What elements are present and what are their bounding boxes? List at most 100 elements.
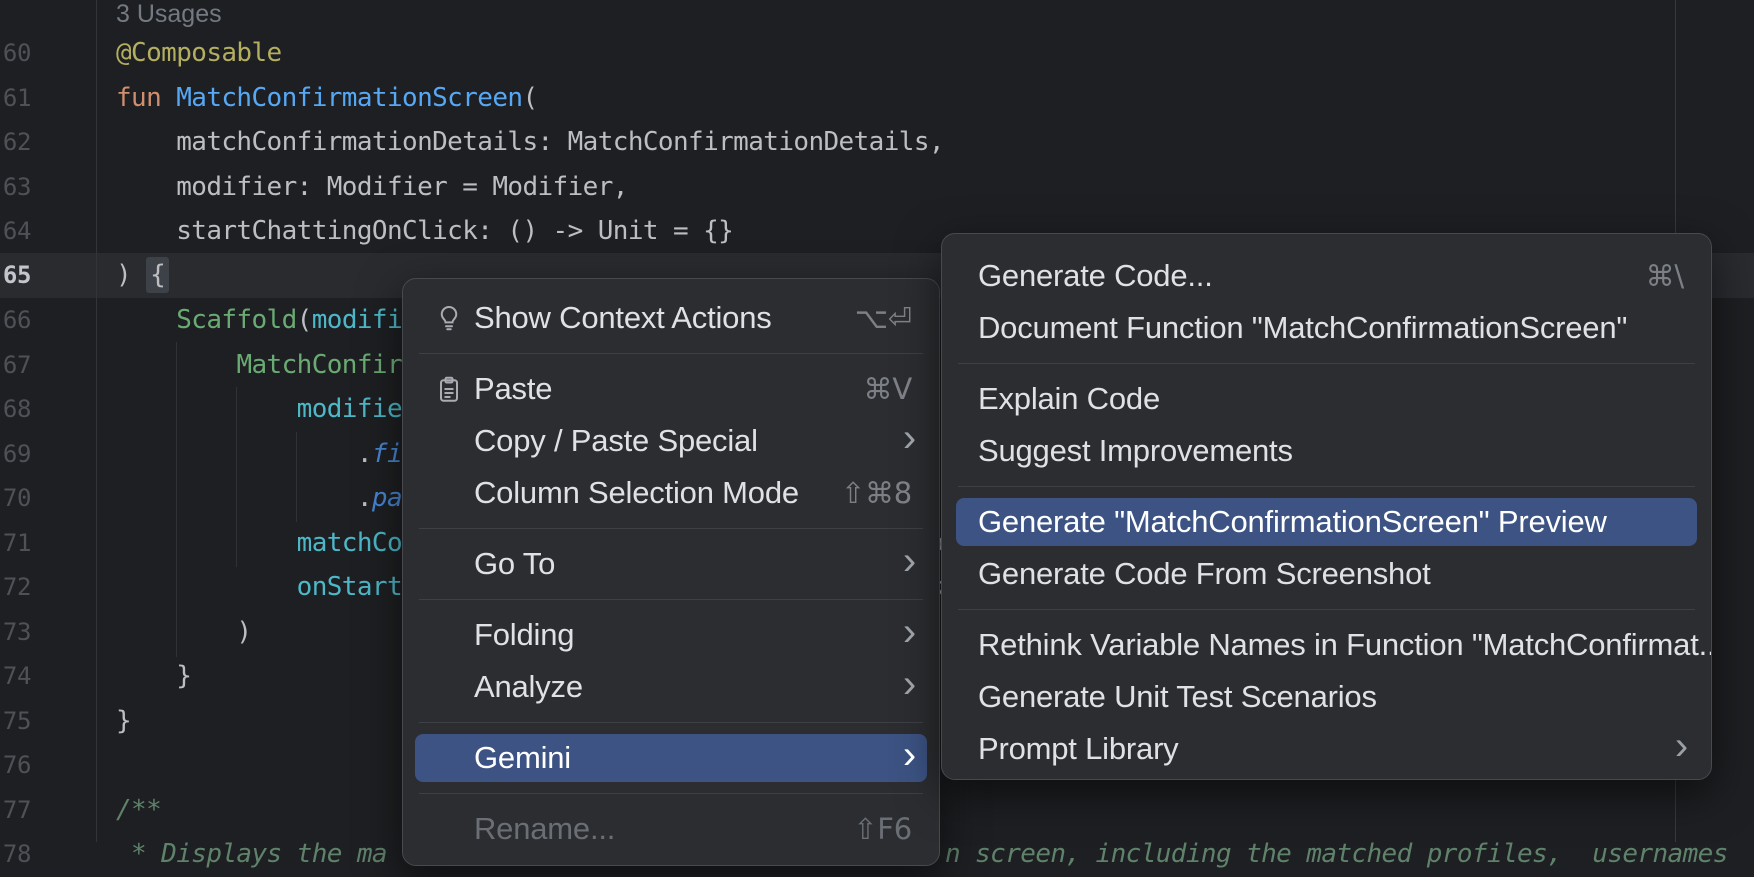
line-number[interactable]: 75 bbox=[0, 699, 31, 744]
line-number[interactable]: 67 bbox=[0, 343, 31, 388]
context-menu: Show Context Actions ⌥⏎ Paste ⌘V Copy / Past… bbox=[402, 278, 940, 866]
code-token: ( bbox=[297, 305, 312, 335]
code-token: modifier bbox=[297, 394, 417, 424]
chevron-right-icon: › bbox=[903, 541, 916, 581]
code-line[interactable]: ) bbox=[116, 610, 251, 655]
code-line[interactable]: * Displays the man screen, including the… bbox=[116, 832, 387, 877]
line-number[interactable]: 69 bbox=[0, 432, 31, 477]
gemini-submenu-item-prompt-library[interactable]: Prompt Library › bbox=[942, 723, 1711, 775]
code-token: ) bbox=[116, 260, 146, 290]
line-number[interactable]: 62 bbox=[0, 120, 31, 165]
code-line[interactable]: /** bbox=[116, 788, 161, 833]
shortcut-label: ⇧⌘8 bbox=[841, 476, 912, 510]
code-token: /** bbox=[116, 795, 161, 825]
line-number[interactable]: 77 bbox=[0, 788, 31, 833]
code-line[interactable]: } bbox=[116, 654, 191, 699]
menu-item-label: Copy / Paste Special bbox=[474, 423, 758, 459]
gemini-submenu-item-explain-code[interactable]: Explain Code bbox=[942, 373, 1711, 425]
menu-separator bbox=[403, 519, 939, 538]
context-menu-item-paste[interactable]: Paste ⌘V bbox=[403, 363, 939, 415]
line-number[interactable]: 68 bbox=[0, 387, 31, 432]
icon-placeholder bbox=[434, 672, 464, 702]
code-line[interactable]: modifier: Modifier = Modifier, bbox=[116, 165, 628, 210]
shortcut-label: ⇧F6 bbox=[853, 812, 912, 846]
code-token bbox=[116, 394, 297, 424]
shortcut-label: ⌥⏎ bbox=[855, 301, 912, 335]
code-token: } bbox=[116, 706, 131, 736]
line-number[interactable]: 72 bbox=[0, 565, 31, 610]
context-menu-item-copy-paste-special[interactable]: Copy / Paste Special› bbox=[403, 415, 939, 467]
line-number[interactable]: 60 bbox=[0, 31, 31, 76]
line-number[interactable]: 70 bbox=[0, 476, 31, 521]
menu-item-label: Generate Code... bbox=[978, 258, 1213, 294]
menu-item-label: Show Context Actions bbox=[474, 300, 772, 336]
shortcut-label: ⌘\ bbox=[1646, 259, 1684, 293]
context-menu-item-rename[interactable]: Rename...⇧F6 bbox=[403, 803, 939, 855]
code-token: ) bbox=[116, 617, 251, 647]
chevron-right-icon: › bbox=[903, 735, 916, 775]
line-number[interactable]: 73 bbox=[0, 610, 31, 655]
gemini-submenu-item-document-function-matchconfirmationscree[interactable]: Document Function "MatchConfirmationScre… bbox=[942, 302, 1711, 354]
line-number[interactable]: 63 bbox=[0, 165, 31, 210]
code-token: { bbox=[146, 257, 169, 293]
code-token: Scaffold bbox=[176, 305, 296, 335]
menu-separator bbox=[942, 600, 1711, 619]
menu-item-label: Column Selection Mode bbox=[474, 475, 799, 511]
menu-item-label: Go To bbox=[474, 546, 555, 582]
code-token: * Displays the ma bbox=[116, 839, 387, 869]
gutter-divider bbox=[96, 0, 97, 842]
code-token bbox=[116, 350, 236, 380]
context-menu-item-folding[interactable]: Folding› bbox=[403, 609, 939, 661]
line-number[interactable]: 64 bbox=[0, 209, 31, 254]
code-token: } bbox=[116, 661, 191, 691]
line-number[interactable]: 74 bbox=[0, 654, 31, 699]
code-token: MatchConfirmationScreen bbox=[176, 83, 522, 113]
menu-item-label: Paste bbox=[474, 371, 552, 407]
code-line[interactable]: startChattingOnClick: () -> Unit = {} bbox=[116, 209, 733, 254]
code-token: . bbox=[116, 439, 372, 469]
line-number[interactable]: 76 bbox=[0, 743, 31, 788]
line-number[interactable]: 61 bbox=[0, 76, 31, 121]
icon-placeholder bbox=[434, 814, 464, 844]
menu-item-label: Gemini bbox=[474, 740, 571, 776]
menu-item-label: Analyze bbox=[474, 669, 583, 705]
code-token bbox=[116, 528, 297, 558]
code-line[interactable]: } bbox=[116, 699, 131, 744]
code-token: @Composable bbox=[116, 38, 282, 68]
context-menu-item-go-to[interactable]: Go To › bbox=[403, 538, 939, 590]
line-number[interactable]: 66 bbox=[0, 298, 31, 343]
code-token bbox=[116, 305, 176, 335]
chevron-right-icon: › bbox=[1675, 726, 1688, 766]
context-menu-item-column-selection-mode[interactable]: Column Selection Mode ⇧⌘8 bbox=[403, 467, 939, 519]
usages-inlay-hint[interactable]: 3 Usages bbox=[116, 0, 222, 28]
menu-separator bbox=[942, 477, 1711, 496]
menu-separator bbox=[403, 590, 939, 609]
gemini-submenu-item-generate-code[interactable]: Generate Code... ⌘\ bbox=[942, 250, 1711, 302]
code-token: matchConfirmationDetails: MatchConfirmat… bbox=[116, 127, 944, 157]
gemini-submenu-item-suggest-improvements[interactable]: Suggest Improvements bbox=[942, 425, 1711, 477]
menu-item-label: Prompt Library bbox=[978, 731, 1179, 767]
menu-separator bbox=[403, 784, 939, 803]
gemini-submenu-item-generate-unit-test-scenarios[interactable]: Generate Unit Test Scenarios bbox=[942, 671, 1711, 723]
shortcut-label: ⌘V bbox=[864, 372, 912, 406]
code-token bbox=[116, 572, 297, 602]
code-line[interactable]: matchConfirmationDetails: MatchConfirmat… bbox=[116, 120, 944, 165]
context-menu-item-analyze[interactable]: Analyze› bbox=[403, 661, 939, 713]
line-number[interactable]: 71 bbox=[0, 521, 31, 566]
lightbulb-icon bbox=[434, 303, 464, 333]
menu-item-label: Generate "MatchConfirmationScreen" Previ… bbox=[978, 504, 1607, 540]
gemini-submenu-item-generate-code-from-screenshot[interactable]: Generate Code From Screenshot bbox=[942, 548, 1711, 600]
code-token: n screen, including the matched profiles… bbox=[945, 832, 1728, 877]
code-line[interactable]: @Composable bbox=[116, 31, 282, 76]
code-line[interactable]: fun MatchConfirmationScreen( bbox=[116, 76, 538, 121]
gemini-submenu-item-rethink-variable-names-in-function-match[interactable]: Rethink Variable Names in Function "Matc… bbox=[942, 619, 1711, 671]
context-menu-item-show-context-actions[interactable]: Show Context Actions ⌥⏎ bbox=[403, 292, 939, 344]
icon-placeholder bbox=[434, 426, 464, 456]
context-menu-item-gemini[interactable]: Gemini › bbox=[403, 732, 939, 784]
menu-item-label: Explain Code bbox=[978, 381, 1160, 417]
line-number[interactable]: 78 bbox=[0, 832, 31, 877]
menu-item-label: Document Function "MatchConfirmationScre… bbox=[978, 310, 1627, 346]
gemini-submenu-item-generate-matchconfirmationscreen-preview[interactable]: Generate "MatchConfirmationScreen" Previ… bbox=[942, 496, 1711, 548]
code-line[interactable]: ) { bbox=[116, 253, 169, 298]
line-number[interactable]: 65 bbox=[0, 253, 31, 298]
